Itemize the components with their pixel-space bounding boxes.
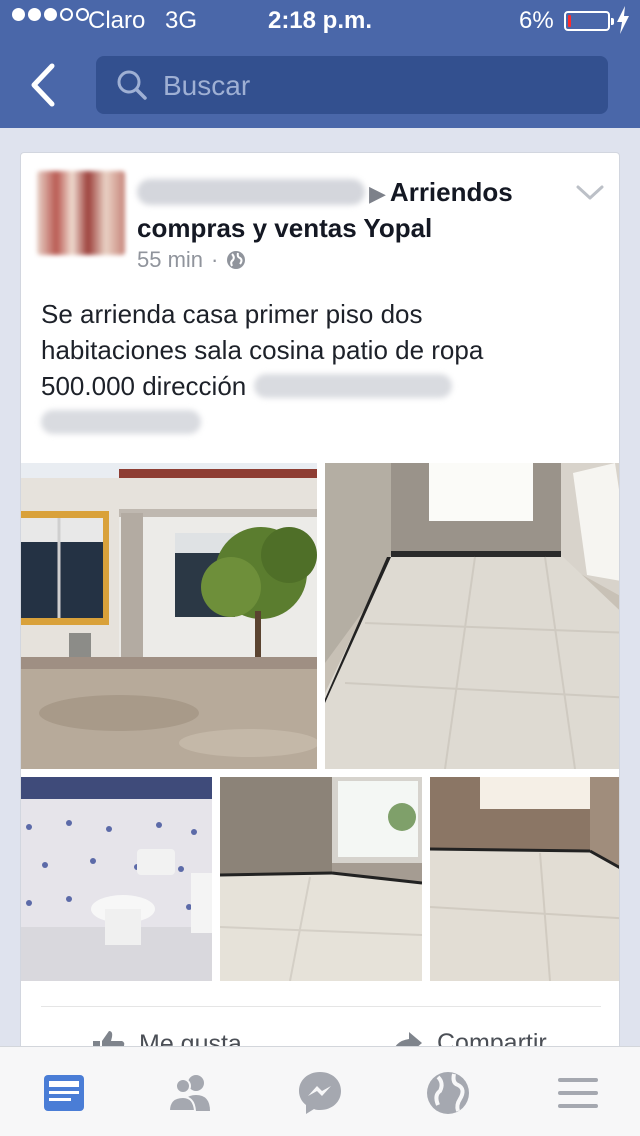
back-button[interactable] [20, 58, 70, 112]
post-body: Se arrienda casa primer piso dos habitac… [41, 296, 601, 440]
search-placeholder: Buscar [163, 70, 251, 101]
friends-icon [167, 1075, 210, 1112]
bedroom-photo[interactable] [220, 777, 422, 981]
redacted-phone [41, 410, 201, 434]
empty-room-photo[interactable] [325, 463, 619, 769]
meta-separator: · [211, 247, 219, 272]
tab-friend-requests[interactable] [166, 1069, 214, 1117]
shared-to-arrow-icon: ▶ [369, 181, 386, 206]
chevron-left-icon [31, 63, 55, 107]
post-body-line [41, 404, 601, 440]
battery-icon [564, 11, 614, 31]
news-feed-icon [44, 1075, 84, 1111]
bathroom-photo[interactable] [21, 777, 212, 981]
post-body-line: Se arrienda casa primer piso dos [41, 299, 423, 329]
top-navigation-bar: Claro 3G 2:18 p.m. 6% Buscar [0, 0, 640, 128]
tab-news-feed[interactable] [40, 1069, 88, 1117]
globe-icon [227, 251, 246, 269]
redacted-author-name[interactable] [137, 179, 365, 205]
post-body-line: habitaciones sala cosina patio de ropa [41, 335, 484, 365]
menu-icon [558, 1078, 598, 1108]
search-icon [117, 70, 147, 100]
messenger-icon [299, 1072, 341, 1114]
post-card: ▶ Arriendos compras y ventas Yopal 55 min… [20, 152, 620, 1112]
room-photo[interactable] [430, 777, 619, 981]
tab-notifications[interactable] [424, 1069, 472, 1117]
battery-percent: 6% [519, 7, 554, 34]
tab-messenger[interactable] [296, 1069, 344, 1117]
house-exterior-photo[interactable] [21, 463, 317, 769]
bottom-tab-bar [0, 1046, 640, 1136]
redacted-address [253, 374, 452, 398]
tab-more-menu[interactable] [554, 1069, 602, 1117]
post-meta: 55 min · [137, 247, 246, 273]
action-divider [41, 1006, 601, 1007]
search-input[interactable]: Buscar [96, 56, 608, 114]
post-header-title: ▶ Arriendos compras y ventas Yopal [137, 175, 587, 246]
chevron-down-icon[interactable] [575, 183, 605, 203]
post-timestamp[interactable]: 55 min [137, 247, 203, 273]
author-avatar[interactable] [37, 171, 125, 255]
post-body-line-with-address: 500.000 dirección [41, 368, 601, 404]
status-bar: Claro 3G 2:18 p.m. 6% [0, 0, 640, 40]
charging-bolt-icon [617, 6, 629, 34]
globe-notifications-icon [427, 1072, 469, 1114]
